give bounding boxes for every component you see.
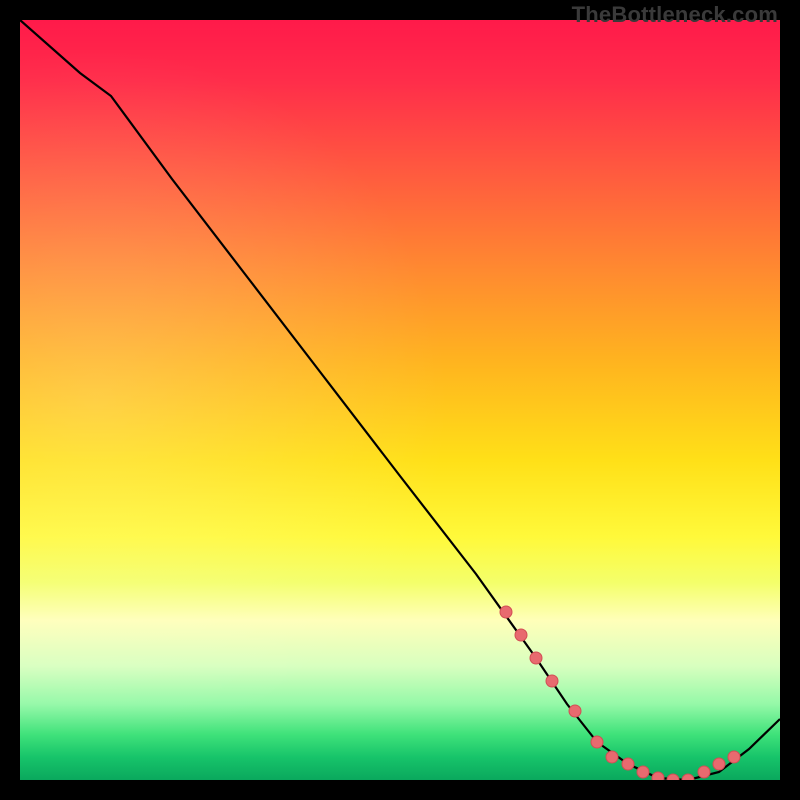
marker-dot [728, 751, 740, 763]
marker-dot [530, 652, 542, 664]
plot-area [20, 20, 780, 780]
marker-dot [698, 766, 710, 778]
chart-frame: TheBottleneck.com [0, 0, 800, 800]
curve-layer [20, 20, 780, 780]
marker-group [500, 606, 740, 780]
watermark-text: TheBottleneck.com [572, 2, 778, 28]
marker-dot [682, 774, 694, 780]
marker-dot [546, 675, 558, 687]
marker-dot [569, 705, 581, 717]
marker-dot [622, 758, 634, 770]
marker-dot [713, 758, 725, 770]
marker-dot [500, 606, 512, 618]
marker-dot [652, 772, 664, 780]
marker-dot [667, 774, 679, 780]
bottleneck-curve [20, 20, 780, 780]
marker-dot [591, 736, 603, 748]
marker-dot [637, 766, 649, 778]
marker-dot [515, 629, 527, 641]
marker-dot [606, 751, 618, 763]
